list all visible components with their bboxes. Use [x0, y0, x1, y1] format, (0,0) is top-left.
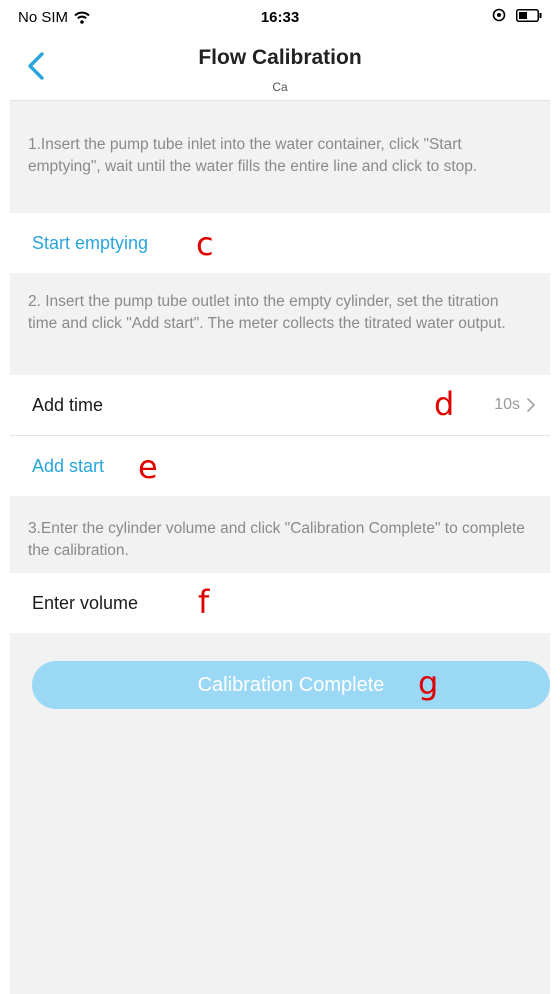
step1-instructions: 1.Insert the pump tube inlet into the wa…: [28, 136, 478, 175]
enter-volume-label: Enter volume: [32, 592, 139, 613]
annotation-f: f: [198, 583, 210, 621]
add-time-row[interactable]: Add time d 10s: [10, 375, 550, 435]
annotation-g: g: [418, 664, 439, 702]
status-bar: No SIM 16:33: [10, 0, 550, 36]
calibration-complete-label: Calibration Complete: [197, 673, 385, 696]
status-time: 16:33: [260, 9, 300, 26]
annotation-c: c: [196, 225, 214, 263]
add-start-button[interactable]: Add start: [32, 456, 104, 477]
annotation-d: d: [434, 385, 455, 423]
step2-instructions: 2. Insert the pump tube outlet into the …: [28, 293, 506, 332]
enter-volume-row[interactable]: Enter volume f: [10, 573, 550, 633]
chevron-right-icon: [527, 398, 535, 412]
add-start-row[interactable]: Add start e: [10, 436, 550, 496]
calibration-complete-button[interactable]: Calibration Complete: [32, 661, 550, 709]
add-time-label: Add time: [32, 394, 104, 415]
page-title: Flow Calibration: [198, 46, 362, 69]
app-screen: No SIM 16:33 Flow Calibration Ca 1.Inser…: [10, 0, 550, 994]
nav-bar: Flow Calibration Ca: [10, 36, 550, 101]
annotation-e: e: [138, 448, 158, 486]
start-emptying-row[interactable]: Start emptying c: [10, 213, 550, 273]
battery-icon: [516, 8, 542, 22]
page-subtitle: Ca: [272, 80, 288, 94]
orientation-lock-icon: [492, 8, 506, 22]
start-emptying-button[interactable]: Start emptying: [32, 233, 148, 254]
add-time-value: 10s: [494, 396, 520, 413]
step3-instructions: 3.Enter the cylinder volume and click "C…: [28, 520, 525, 559]
